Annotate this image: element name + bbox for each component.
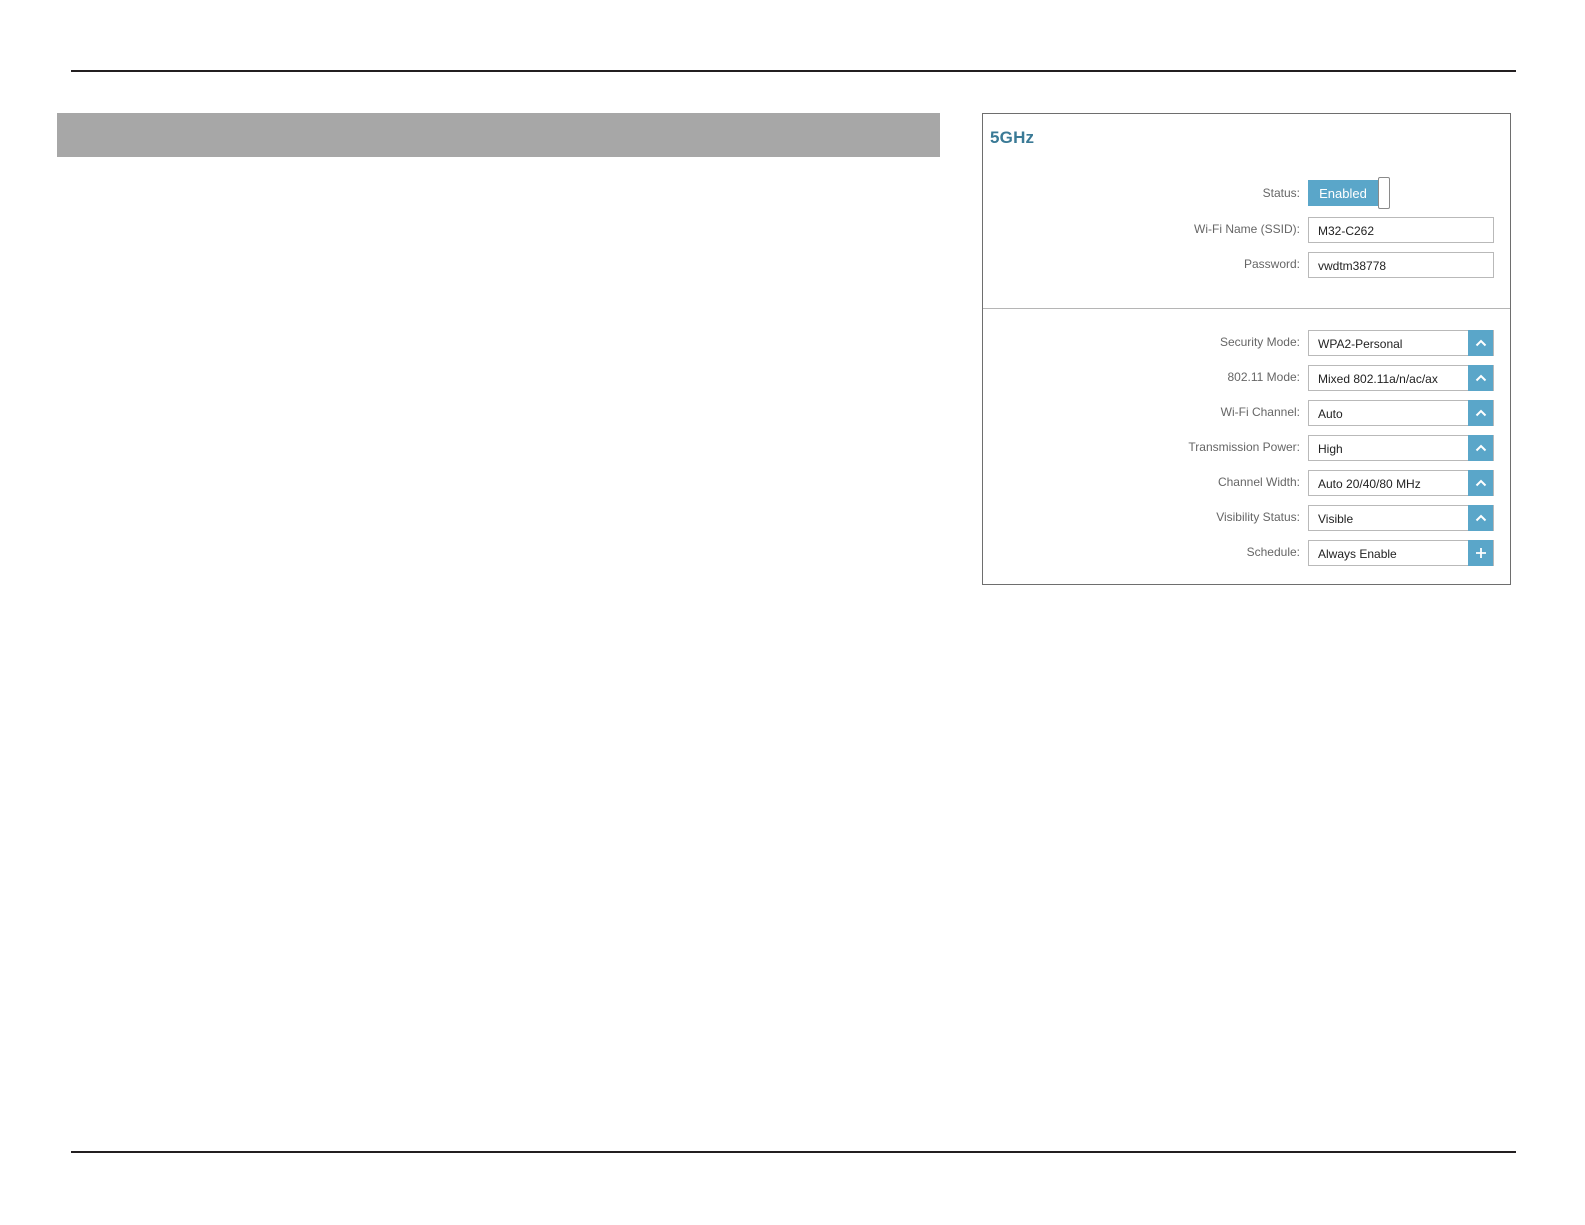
panel-title: 5GHz	[990, 128, 1035, 147]
visibility-status-row: Visibility Status: Visible	[983, 505, 1510, 531]
schedule-select[interactable]: Always Enable	[1308, 540, 1494, 566]
schedule-row: Schedule: Always Enable	[983, 540, 1510, 566]
schedule-value: Always Enable	[1318, 547, 1397, 561]
visibility-status-value: Visible	[1318, 512, 1354, 526]
plus-icon[interactable]	[1468, 540, 1493, 566]
security-mode-value: WPA2-Personal	[1318, 337, 1403, 351]
security-mode-label: Security Mode:	[1219, 335, 1300, 349]
password-input[interactable]: vwdtm38778	[1308, 252, 1494, 278]
schedule-label: Schedule:	[1246, 545, 1300, 559]
password-value: vwdtm38778	[1318, 259, 1387, 273]
wifi-channel-label: Wi-Fi Channel:	[1220, 405, 1300, 419]
security-mode-select[interactable]: WPA2-Personal	[1308, 330, 1494, 356]
section-divider	[983, 308, 1510, 309]
ssid-row: Wi-Fi Name (SSID): M32-C262	[983, 217, 1510, 243]
channel-width-select[interactable]: Auto 20/40/80 MHz	[1308, 470, 1494, 496]
transmission-power-value: High	[1318, 442, 1343, 456]
status-toggle[interactable]: Enabled	[1308, 177, 1392, 209]
transmission-power-row: Transmission Power: High	[983, 435, 1510, 461]
chevron-up-icon[interactable]	[1468, 330, 1493, 356]
wifi-5ghz-panel: 5GHz Status: Enabled Wi-Fi Name (SSID): …	[982, 113, 1511, 585]
channel-width-row: Channel Width: Auto 20/40/80 MHz	[983, 470, 1510, 496]
password-label: Password:	[1243, 257, 1300, 271]
transmission-power-label: Transmission Power:	[1188, 440, 1300, 454]
visibility-status-select[interactable]: Visible	[1308, 505, 1494, 531]
wifi-channel-row: Wi-Fi Channel: Auto	[983, 400, 1510, 426]
wifi-mode-row: 802.11 Mode: Mixed 802.11a/n/ac/ax	[983, 365, 1510, 391]
bottom-rule	[71, 1151, 1516, 1153]
wifi-mode-label: 802.11 Mode:	[1227, 370, 1301, 384]
section-header-bar	[57, 113, 940, 157]
ssid-label: Wi-Fi Name (SSID):	[1194, 222, 1300, 236]
status-label: Status:	[1262, 186, 1300, 200]
top-rule	[71, 70, 1516, 72]
status-toggle-value: Enabled	[1308, 180, 1378, 206]
visibility-status-label: Visibility Status:	[1216, 510, 1300, 524]
wifi-mode-select[interactable]: Mixed 802.11a/n/ac/ax	[1308, 365, 1494, 391]
chevron-up-icon[interactable]	[1468, 505, 1493, 531]
status-row: Status: Enabled	[983, 177, 1510, 209]
ssid-input[interactable]: M32-C262	[1308, 217, 1494, 243]
chevron-up-icon[interactable]	[1468, 365, 1493, 391]
channel-width-value: Auto 20/40/80 MHz	[1318, 477, 1421, 491]
password-row: Password: vwdtm38778	[983, 252, 1510, 278]
toggle-knob[interactable]	[1378, 177, 1390, 209]
wifi-channel-select[interactable]: Auto	[1308, 400, 1494, 426]
security-mode-row: Security Mode: WPA2-Personal	[983, 330, 1510, 356]
wifi-channel-value: Auto	[1318, 407, 1343, 421]
ssid-value: M32-C262	[1318, 224, 1375, 238]
wifi-mode-value: Mixed 802.11a/n/ac/ax	[1318, 372, 1438, 386]
transmission-power-select[interactable]: High	[1308, 435, 1494, 461]
chevron-up-icon[interactable]	[1468, 400, 1493, 426]
channel-width-label: Channel Width:	[1217, 475, 1300, 489]
chevron-up-icon[interactable]	[1468, 435, 1493, 461]
chevron-up-icon[interactable]	[1468, 470, 1493, 496]
